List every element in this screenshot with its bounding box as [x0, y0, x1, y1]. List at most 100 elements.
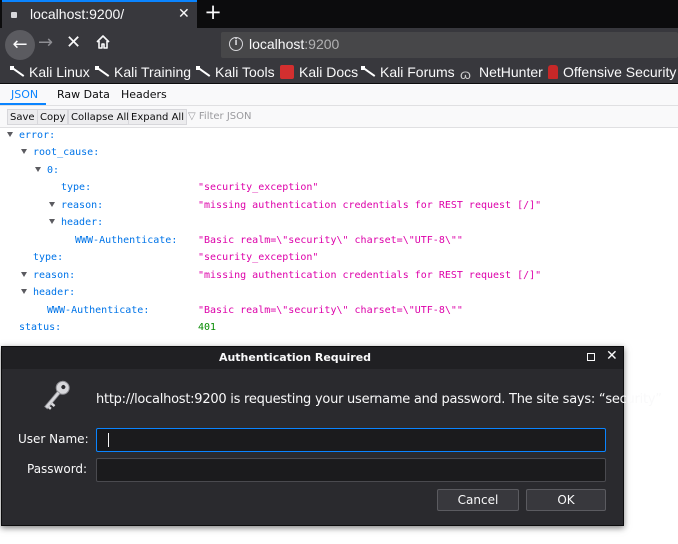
url-text[interactable]: localhost:9200 [249, 36, 339, 52]
auth-dialog: Authentication Required ✕ http://localho… [1, 346, 662, 526]
collapse-all-button[interactable]: Collapse All [68, 109, 133, 125]
bookmark-kali-linux[interactable]: Kali Linux [10, 64, 90, 80]
dialog-title: Authentication Required [218, 351, 372, 364]
json-key: WWW-Authenticate: [75, 235, 178, 246]
json-key: error: [19, 130, 56, 141]
bookmark-offensive-security[interactable]: Offensive Security [548, 64, 676, 80]
tab-strip: localhost:9200/ ✕ + [0, 0, 678, 28]
json-value: "missing authentication credentials for … [198, 200, 542, 211]
json-row[interactable]: WWW-Authenticate: "Basic realm=\"securit… [0, 233, 678, 250]
home-button[interactable] [95, 31, 111, 52]
json-tree: error: root_cause: 0: type: "security_ex… [0, 128, 678, 348]
key-icon [44, 380, 70, 410]
json-key: header: [61, 217, 104, 228]
expand-all-button[interactable]: Expand All [128, 109, 187, 125]
home-icon [96, 35, 110, 49]
json-row[interactable]: root_cause: [0, 145, 678, 162]
tab-raw-data[interactable]: Raw Data [57, 88, 110, 101]
url-port: :9200 [304, 36, 340, 52]
bookmark-label: NetHunter [479, 64, 543, 80]
kali-dragon-icon [10, 65, 24, 79]
json-viewer-toolbar: Save Copy Collapse All Expand All ▽ Filt… [0, 106, 678, 128]
navigation-toolbar: ← → ✕ i localhost:9200 [0, 28, 678, 62]
filter-json-input[interactable]: ▽ Filter JSON [188, 111, 251, 122]
json-key: reason: [33, 270, 76, 281]
site-info-icon[interactable]: i [229, 37, 243, 51]
cancel-button[interactable]: Cancel [437, 489, 519, 511]
json-row[interactable]: WWW-Authenticate: "Basic realm=\"securit… [0, 303, 678, 320]
password-input[interactable] [96, 458, 606, 482]
close-icon[interactable]: ✕ [606, 348, 618, 364]
bookmark-label: Kali Linux [29, 64, 90, 80]
json-row[interactable]: reason: "missing authentication credenti… [0, 268, 678, 285]
bookmark-kali-forums[interactable]: Kali Forums [361, 64, 455, 80]
json-row[interactable]: header: [0, 285, 678, 302]
browser-tab[interactable]: localhost:9200/ ✕ [2, 0, 197, 28]
json-key: status: [19, 322, 62, 333]
bookmarks-toolbar: Kali Linux Kali Training Kali Tools Kali… [0, 62, 678, 84]
arrow-left-icon: ← [12, 34, 28, 55]
text-caret [108, 433, 109, 447]
back-button[interactable]: ← [5, 30, 35, 60]
tab-title: localhost:9200/ [30, 6, 125, 22]
json-key: 0: [47, 165, 60, 176]
json-key: header: [33, 287, 76, 298]
json-viewer-tabs: JSON Raw Data Headers [0, 85, 678, 106]
expand-toggle-icon[interactable] [7, 132, 13, 137]
copy-button[interactable]: Copy [37, 109, 69, 125]
kali-dragon-icon [196, 65, 210, 79]
bookmark-kali-tools[interactable]: Kali Tools [196, 64, 275, 80]
json-key: type: [61, 182, 92, 193]
json-row[interactable]: type: "security_exception" [0, 180, 678, 197]
bookmark-kali-docs[interactable]: Kali Docs [280, 64, 358, 80]
expand-toggle-icon[interactable] [21, 272, 27, 277]
tab-headers[interactable]: Headers [121, 88, 167, 101]
dialog-titlebar[interactable]: Authentication Required ✕ [2, 347, 623, 369]
kali-dragon-icon [361, 65, 375, 79]
username-input[interactable] [96, 428, 606, 452]
json-key: reason: [61, 200, 104, 211]
bookmark-label: Kali Forums [380, 64, 455, 80]
json-row[interactable]: error: [0, 128, 678, 145]
expand-toggle-icon[interactable] [49, 219, 55, 224]
dialog-message: http://localhost:9200 is requesting your… [96, 392, 662, 407]
json-value: "security_exception" [198, 182, 319, 193]
ok-button[interactable]: OK [526, 489, 606, 511]
bookmark-label: Offensive Security [563, 64, 677, 80]
tab-json[interactable]: JSON [11, 88, 38, 101]
bookmark-label: Kali Training [114, 64, 192, 80]
json-key: type: [33, 252, 64, 263]
expand-toggle-icon[interactable] [49, 202, 55, 207]
json-value: 401 [198, 322, 217, 333]
maximize-icon[interactable] [587, 353, 595, 361]
json-value: "Basic realm=\"security\" charset=\"UTF-… [198, 235, 463, 246]
json-value: "missing authentication credentials for … [198, 270, 542, 281]
save-button[interactable]: Save [7, 109, 38, 125]
json-row[interactable]: header: [0, 215, 678, 232]
json-row[interactable]: reason: "missing authentication credenti… [0, 198, 678, 215]
username-label: User Name: [18, 432, 89, 446]
tab-close-icon[interactable]: ✕ [178, 6, 190, 22]
password-label: Password: [27, 462, 88, 476]
nethunter-icon: ɷ [460, 66, 471, 82]
stop-button[interactable]: ✕ [66, 32, 81, 53]
json-row[interactable]: status: 401 [0, 320, 678, 337]
stop-loading-icon: ✕ [66, 32, 82, 53]
forward-button[interactable]: → [38, 32, 53, 53]
bookmark-label: Kali Tools [215, 64, 275, 80]
expand-toggle-icon[interactable] [21, 149, 27, 154]
filter-icon: ▽ [188, 111, 196, 122]
filter-placeholder: Filter JSON [198, 111, 252, 122]
json-key: WWW-Authenticate: [47, 305, 150, 316]
url-bar[interactable]: i localhost:9200 [221, 32, 678, 58]
page-favicon-icon [11, 12, 17, 18]
expand-toggle-icon[interactable] [21, 289, 27, 294]
offsec-icon [548, 65, 558, 79]
json-value: "security_exception" [198, 252, 319, 263]
bookmark-kali-training[interactable]: Kali Training [95, 64, 191, 80]
expand-toggle-icon[interactable] [35, 167, 41, 172]
bookmark-nethunter[interactable]: ɷ NetHunter [460, 64, 543, 81]
new-tab-button[interactable]: + [203, 0, 223, 24]
json-row[interactable]: 0: [0, 163, 678, 180]
json-row[interactable]: type: "security_exception" [0, 250, 678, 267]
